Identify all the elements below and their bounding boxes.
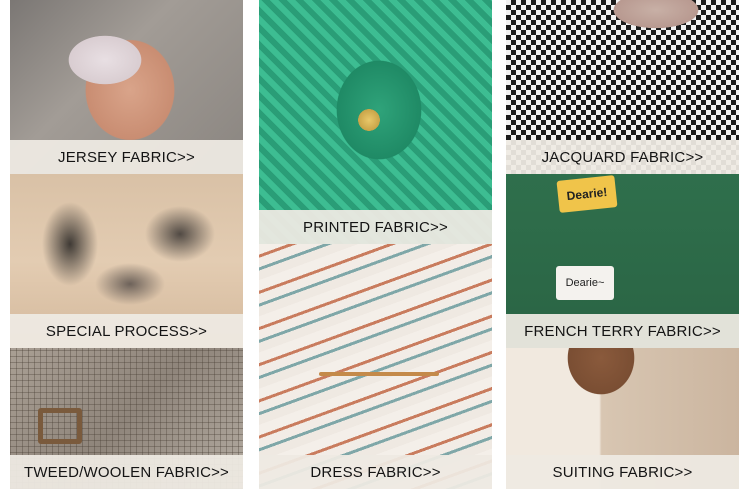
dearie-patch-top: Dearie! <box>556 175 618 213</box>
tile-french-terry-fabric[interactable]: Dearie! Dearie~ FRENCH TERRY FABRIC>> <box>506 174 739 348</box>
tile-jersey-fabric[interactable]: JERSEY FABRIC>> <box>10 0 243 174</box>
tile-jacquard-fabric[interactable]: JACQUARD FABRIC>> <box>506 0 739 174</box>
belt-shape <box>319 372 439 376</box>
tile-dress-fabric[interactable]: DRESS FABRIC>> <box>259 244 492 489</box>
jacquard-fabric-label: JACQUARD FABRIC>> <box>506 140 739 174</box>
french-terry-fabric-label: FRENCH TERRY FABRIC>> <box>506 314 739 348</box>
buckle-shape <box>38 408 82 444</box>
tile-tweed-woolen-fabric[interactable]: TWEED/WOOLEN FABRIC>> <box>10 348 243 489</box>
tile-printed-fabric[interactable]: PRINTED FABRIC>> <box>259 0 492 244</box>
tile-special-process[interactable]: SPECIAL PROCESS>> <box>10 174 243 348</box>
suiting-fabric-label: SUITING FABRIC>> <box>506 455 739 489</box>
dearie-patch-bottom: Dearie~ <box>556 266 614 300</box>
special-process-label: SPECIAL PROCESS>> <box>10 314 243 348</box>
printed-fabric-label: PRINTED FABRIC>> <box>259 210 492 244</box>
dress-fabric-photo <box>259 244 492 489</box>
tile-suiting-fabric[interactable]: SUITING FABRIC>> <box>506 348 739 489</box>
tweed-woolen-fabric-label: TWEED/WOOLEN FABRIC>> <box>10 455 243 489</box>
dress-fabric-label: DRESS FABRIC>> <box>259 455 492 489</box>
jersey-fabric-label: JERSEY FABRIC>> <box>10 140 243 174</box>
printed-fabric-photo <box>259 0 492 244</box>
